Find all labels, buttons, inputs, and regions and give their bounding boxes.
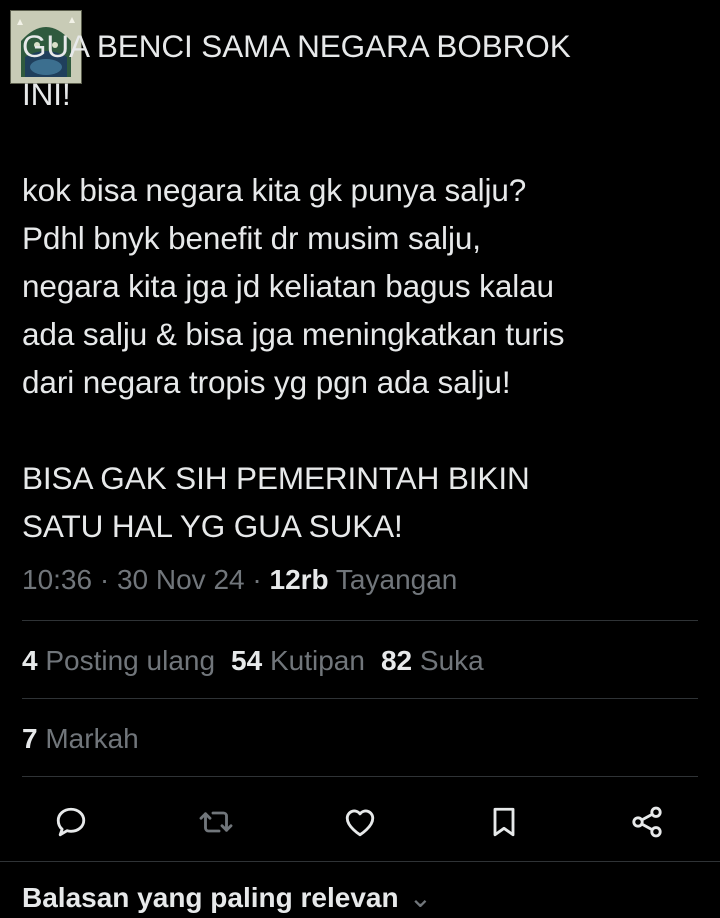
reposts-count: 4: [22, 645, 38, 676]
divider: [22, 776, 698, 777]
engagement-stats: 4 Posting ulang 54 Kutipan 82 Suka: [22, 641, 500, 681]
reposts-label: Posting ulang: [37, 645, 216, 676]
divider: [22, 620, 698, 621]
quotes-label: Kutipan: [262, 645, 365, 676]
likes-stat[interactable]: 82 Suka: [381, 645, 484, 676]
bookmarks-label: Markah: [37, 723, 139, 754]
divider: [0, 861, 720, 862]
quotes-count: 54: [231, 645, 263, 676]
share-button[interactable]: [627, 802, 667, 842]
repost-button[interactable]: [196, 802, 236, 842]
likes-count: 82: [380, 645, 413, 676]
chevron-down-icon: ⌄: [408, 882, 433, 913]
repost-icon: [199, 811, 233, 833]
reply-button[interactable]: [51, 802, 91, 842]
like-button[interactable]: [340, 802, 380, 842]
tweet-time[interactable]: 10:36: [22, 564, 92, 595]
share-icon: [632, 806, 662, 838]
bookmarks-count: 7: [22, 723, 38, 754]
tweet-meta: 10:36 · 30 Nov 24 · 12rb Tayangan: [22, 560, 457, 600]
action-bar: [0, 796, 720, 846]
reposts-stat[interactable]: 4 Posting ulang: [22, 645, 215, 676]
replies-sort-selector[interactable]: Balasan yang paling relevan ⌄: [22, 878, 432, 918]
tweet-date[interactable]: 30 Nov 24: [117, 564, 245, 595]
divider: [22, 698, 698, 699]
views-count: 12rb: [269, 564, 329, 595]
bookmark-button[interactable]: [484, 802, 524, 842]
reply-icon: [56, 807, 86, 837]
replies-sort-label: Balasan yang paling relevan: [22, 882, 399, 913]
tweet-text: GUA BENCI SAMA NEGARA BOBROK INI! kok bi…: [22, 28, 571, 544]
bookmark-icon: [493, 807, 515, 837]
views-label: Tayangan: [328, 564, 458, 595]
quotes-stat[interactable]: 54 Kutipan: [231, 645, 365, 676]
bookmarks-stat[interactable]: 7 Markah: [22, 719, 139, 759]
meta-separator: ·: [244, 564, 270, 595]
likes-label: Suka: [412, 645, 484, 676]
like-icon: [345, 809, 375, 837]
meta-separator: ·: [92, 564, 117, 595]
